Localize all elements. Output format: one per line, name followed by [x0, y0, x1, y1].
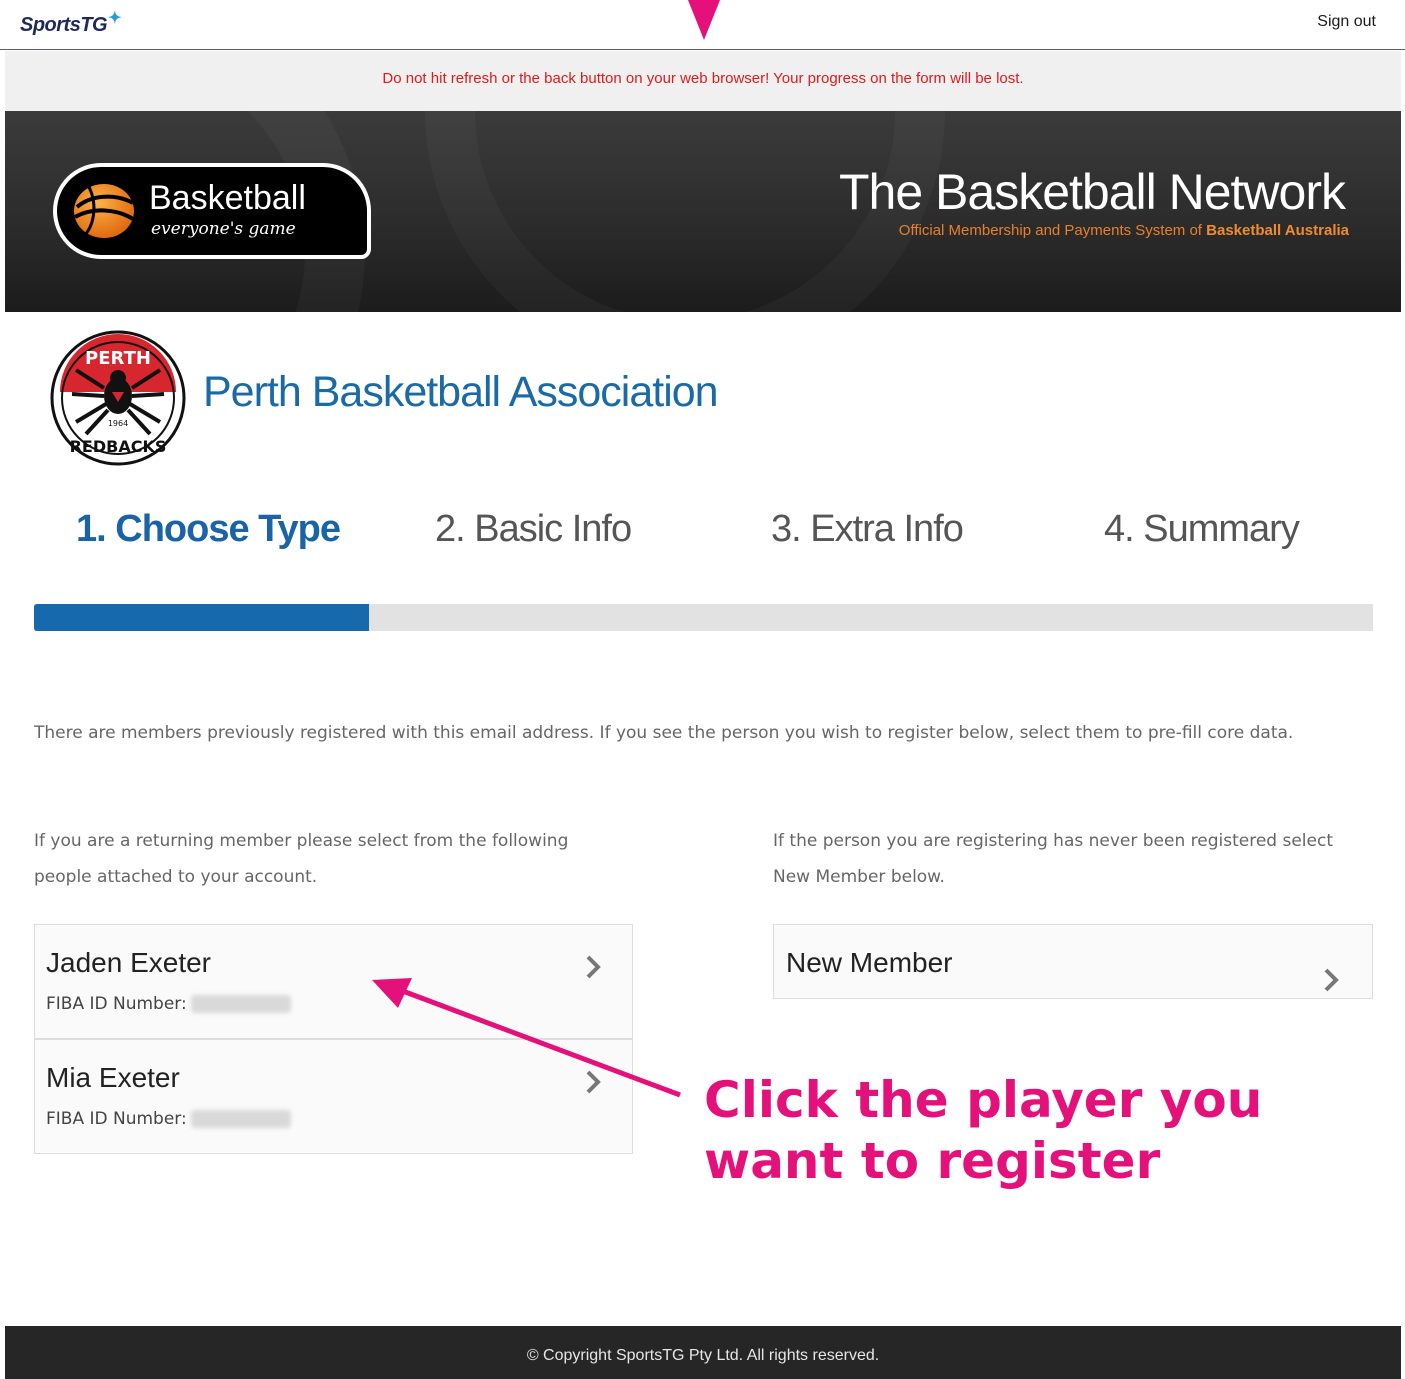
- down-arrow-annotation: [688, 0, 720, 40]
- fiba-id: FIBA ID Number:: [46, 1109, 291, 1129]
- redacted-id: [190, 1110, 291, 1128]
- network-subtitle: Official Membership and Payments System …: [899, 222, 1349, 239]
- step-summary: 4. Summary: [1104, 508, 1300, 550]
- chevron-right-icon: [1324, 968, 1339, 992]
- member-card-mia[interactable]: Mia Exeter FIBA ID Number:: [34, 1039, 633, 1154]
- progress-bar: [34, 604, 1373, 631]
- fiba-id-label: FIBA ID Number:: [46, 1109, 187, 1129]
- footer-copyright: © Copyright SportsTG Pty Ltd. All rights…: [5, 1326, 1401, 1379]
- step-basic-info: 2. Basic Info: [435, 508, 632, 550]
- sportstg-logo[interactable]: SportsTG✦: [20, 10, 122, 37]
- basketball-australia-logo: Basketball everyone's game: [53, 163, 371, 259]
- logo-year: 1964: [108, 419, 128, 428]
- logo-tagline: everyone's game: [151, 219, 296, 239]
- chevron-right-icon: [586, 1070, 601, 1094]
- basketball-icon: [74, 184, 135, 238]
- member-card-jaden[interactable]: Jaden Exeter FIBA ID Number:: [34, 924, 633, 1039]
- brand-text: SportsTG: [20, 14, 108, 36]
- refresh-warning: Do not hit refresh or the back button on…: [5, 51, 1401, 111]
- perth-redbacks-logo: PERTH 1964 REDBACKS: [50, 330, 186, 466]
- member-name: Mia Exeter: [46, 1062, 180, 1093]
- network-title: The Basketball Network: [838, 164, 1346, 220]
- network-subtitle-bold: Basketball Australia: [1206, 222, 1349, 239]
- intro-text: There are members previously registered …: [34, 723, 1294, 743]
- new-member-card[interactable]: New Member: [773, 924, 1373, 999]
- network-subtitle-prefix: Official Membership and Payments System …: [898, 222, 1207, 239]
- step-extra-info: 3. Extra Info: [771, 508, 964, 550]
- chevron-right-icon: [586, 955, 601, 979]
- new-member-text: If the person you are registering has ne…: [773, 831, 1334, 887]
- logo-word: Basketball: [149, 179, 306, 217]
- annotation-line-2: want to register: [704, 1132, 1161, 1190]
- progress-fill: [34, 604, 369, 631]
- star-icon: ✦: [108, 10, 122, 27]
- annotation-line-1: Click the player you: [704, 1071, 1263, 1129]
- returning-member-text: If you are a returning member please sel…: [34, 831, 569, 887]
- redacted-id: [190, 995, 291, 1013]
- step-choose-type: 1. Choose Type: [76, 508, 341, 550]
- header-banner: Basketball everyone's game The Basketbal…: [5, 111, 1401, 312]
- annotation-text: Click the player you want to register: [704, 1070, 1262, 1192]
- new-member-label: New Member: [786, 947, 953, 978]
- fiba-id-label: FIBA ID Number:: [46, 994, 187, 1014]
- fiba-id: FIBA ID Number:: [46, 994, 291, 1014]
- logo-top-text: PERTH: [85, 348, 151, 369]
- association-name: Perth Basketball Association: [203, 368, 719, 416]
- member-name: Jaden Exeter: [46, 947, 211, 978]
- sign-out-link[interactable]: Sign out: [1317, 13, 1376, 31]
- logo-bottom-text: REDBACKS: [70, 437, 167, 456]
